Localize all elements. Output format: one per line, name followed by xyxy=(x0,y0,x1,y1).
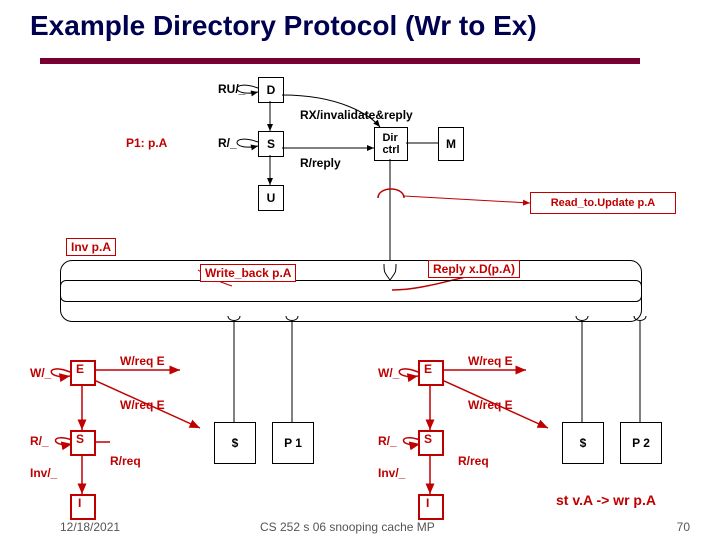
sm-left-WreqE-top: W/req E xyxy=(120,354,165,368)
sm-right-Rreq: R/req xyxy=(458,454,489,468)
sm-left-R: R/_ xyxy=(30,434,49,448)
sm-right-Inv: Inv/_ xyxy=(378,466,405,480)
sm-left-WreqE-diag: W/req E xyxy=(120,398,165,412)
msg-reply-d: Reply x.D(p.A) xyxy=(428,260,520,278)
sm-right-WreqE-top: W/req E xyxy=(468,354,513,368)
sm-left-I xyxy=(70,494,96,520)
sm-right-WreqE-diag: W/req E xyxy=(468,398,513,412)
msg-inv-pa: Inv p.A xyxy=(66,238,116,256)
sm-left-W: W/_ xyxy=(30,366,51,380)
sm-left-Rreq: R/req xyxy=(110,454,141,468)
interconnect-inner xyxy=(60,280,642,302)
sm-right-R: R/_ xyxy=(378,434,397,448)
cache-right: $ xyxy=(562,422,604,464)
msg-writeback: Write_back p.A xyxy=(200,264,296,282)
cache-left: $ xyxy=(214,422,256,464)
proc-P1: P 1 xyxy=(272,422,314,464)
sm-right-I-txt: I xyxy=(426,496,429,510)
footer-page: 70 xyxy=(677,520,690,534)
sm-left-I-txt: I xyxy=(78,496,81,510)
action-label: st v.A -> wr p.A xyxy=(556,492,656,508)
proc-P2: P 2 xyxy=(620,422,662,464)
footer-course: CS 252 s 06 snooping cache MP xyxy=(260,520,435,534)
sm-right-E-txt: E xyxy=(424,362,432,376)
sm-right-I xyxy=(418,494,444,520)
sm-right-W: W/_ xyxy=(378,366,399,380)
sm-right-S-txt: S xyxy=(424,432,432,446)
footer-date: 12/18/2021 xyxy=(60,520,120,534)
sm-left-E-txt: E xyxy=(76,362,84,376)
sm-left-S-txt: S xyxy=(76,432,84,446)
sm-left-Inv: Inv/_ xyxy=(30,466,57,480)
